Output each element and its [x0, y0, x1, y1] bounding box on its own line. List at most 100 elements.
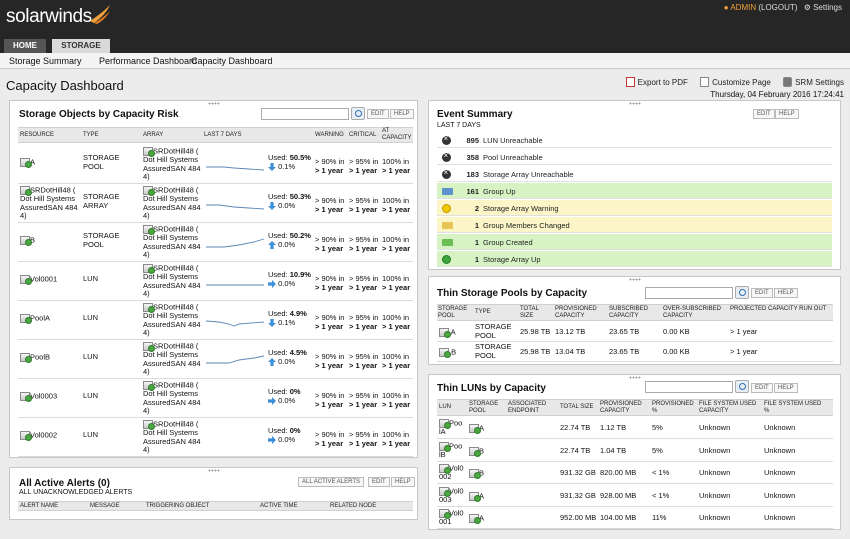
user-name[interactable]: ADMIN	[730, 3, 756, 12]
array-cell[interactable]: SRDotHill48 ( Dot Hill Systems AssuredSA…	[143, 342, 207, 377]
resource-name[interactable]: PoolA	[30, 313, 50, 323]
event-label[interactable]: Storage Array Up	[483, 255, 541, 264]
resource-name[interactable]: Vol0001	[30, 274, 57, 284]
edit-button[interactable]: EDIT	[367, 109, 389, 119]
edit-button[interactable]: EDIT	[751, 383, 773, 393]
table-row[interactable]: SRDotHill48 ( Dot Hill Systems AssuredSA…	[18, 184, 413, 223]
logout-link[interactable]: (LOGOUT)	[758, 3, 797, 12]
col-fs-used-cap[interactable]: FILE SYSTEM USED CAPACITY	[699, 401, 761, 415]
event-row[interactable]: 1 Group Created	[437, 234, 832, 250]
event-label[interactable]: Pool Unreachable	[483, 153, 543, 162]
search-icon[interactable]	[735, 286, 749, 299]
col-provisioned-pct[interactable]: PROVISIONED %	[652, 401, 698, 415]
lun-cell[interactable]: Vol0 001	[439, 509, 469, 527]
col-projected-runout[interactable]: PROJECTED CAPACITY RUN OUT	[730, 306, 830, 313]
table-row[interactable]: A STORAGE POOL SRDotHill48 ( Dot Hill Syst…	[18, 145, 413, 184]
edit-button[interactable]: EDIT	[368, 477, 390, 487]
table-row[interactable]: Vol0 001 A 952.00 MB 104.00 MB 11% Unknown Unk…	[437, 507, 833, 529]
event-label[interactable]: Group Created	[483, 238, 533, 247]
all-active-alerts-button[interactable]: ALL ACTIVE ALERTS	[298, 477, 365, 487]
resource-cell[interactable]: PoolB	[20, 352, 80, 363]
event-row[interactable]: 358 Pool Unreachable	[437, 149, 832, 165]
table-row[interactable]: Vol0 003 A 931.32 GB 928.00 MB < 1% Unknown Un…	[437, 485, 833, 507]
search-icon[interactable]	[351, 107, 365, 120]
array-cell[interactable]: SRDotHill48 ( Dot Hill Systems AssuredSA…	[143, 225, 207, 260]
table-row[interactable]: Poo lB B 22.74 TB 1.04 TB 5% Unknown Unknown	[437, 440, 833, 462]
event-row[interactable]: 161 Group Up	[437, 183, 832, 199]
help-button[interactable]: HELP	[775, 109, 799, 119]
brand-logo[interactable]: solarwinds	[6, 6, 92, 28]
subnav-capacity-dashboard[interactable]: Capacity Dashboard	[191, 56, 273, 66]
table-row[interactable]: PoolB LUN SRDotHill48 ( Dot Hill Systems A…	[18, 340, 413, 379]
search-icon[interactable]	[735, 380, 749, 393]
col-related-node[interactable]: RELATED NODE	[330, 503, 376, 510]
subnav-performance-dashboard[interactable]: Performance Dashboard	[99, 56, 197, 66]
resource-cell[interactable]: Vol0001	[20, 274, 80, 285]
drag-handle[interactable]	[628, 278, 641, 281]
tab-home[interactable]: HOME	[4, 39, 46, 53]
col-active-time[interactable]: ACTIVE TIME	[260, 503, 298, 510]
pool-cell[interactable]: B	[439, 347, 456, 358]
resource-cell[interactable]: PoolA	[20, 313, 80, 324]
col-over-subscribed[interactable]: OVER-SUBSCRIBED CAPACITY	[663, 306, 727, 320]
col-storage-pool[interactable]: STORAGE POOL	[469, 401, 501, 415]
array-cell[interactable]: SRDotHill48 ( Dot Hill Systems AssuredSA…	[143, 303, 207, 338]
col-message[interactable]: MESSAGE	[90, 503, 120, 510]
col-critical[interactable]: CRITICAL	[349, 132, 376, 139]
resource-cell[interactable]: B	[20, 236, 80, 246]
lun-cell[interactable]: Poo lB	[439, 441, 469, 460]
pool-cell[interactable]: B	[469, 469, 484, 479]
help-button[interactable]: HELP	[774, 383, 798, 393]
settings-link[interactable]: Settings	[813, 3, 842, 12]
help-button[interactable]: HELP	[390, 109, 414, 119]
customize-page-button[interactable]: Customize Page	[700, 77, 771, 87]
table-row[interactable]: A STORAGE POOL 25.98 TB 13.12 TB 23.65 TB 0.0…	[437, 322, 833, 342]
event-count[interactable]: 1	[459, 221, 479, 230]
event-count[interactable]: 1	[459, 238, 479, 247]
help-button[interactable]: HELP	[774, 288, 798, 298]
resource-name[interactable]: PoolB	[30, 352, 50, 362]
col-warning[interactable]: WARNING	[315, 132, 344, 139]
gear-icon[interactable]: ⚙	[804, 3, 811, 12]
event-row[interactable]: 1 Group Members Changed	[437, 217, 832, 233]
table-row[interactable]: PoolA LUN SRDotHill48 ( Dot Hill Systems A…	[18, 301, 413, 340]
lun-cell[interactable]: Poo lA	[439, 419, 469, 437]
table-row[interactable]: Vol0 002 B 931.32 GB 820.00 MB < 1% Unknown Un…	[437, 462, 833, 484]
resource-name[interactable]: Vol0003	[30, 391, 57, 401]
event-row[interactable]: 183 Storage Array Unreachable	[437, 166, 832, 182]
col-resource[interactable]: RESOURCE	[20, 132, 54, 139]
event-count[interactable]: 358	[459, 153, 479, 162]
array-cell[interactable]: SRDotHill48 ( Dot Hill Systems AssuredSA…	[143, 264, 207, 299]
resource-cell[interactable]: Vol0003	[20, 391, 80, 402]
pool-cell[interactable]: A	[469, 514, 484, 524]
pool-cell[interactable]: B	[469, 446, 484, 457]
event-label[interactable]: Storage Array Warning	[483, 204, 559, 213]
resource-name[interactable]: Vol0002	[30, 430, 57, 440]
event-count[interactable]: 183	[459, 170, 479, 179]
array-cell[interactable]: SRDotHill48 ( Dot Hill Systems AssuredSA…	[143, 420, 207, 455]
event-row[interactable]: 895 LUN Unreachable	[437, 132, 832, 148]
table-row[interactable]: B STORAGE POOL SRDotHill48 ( Dot Hill Syst…	[18, 223, 413, 262]
event-count[interactable]: 1	[459, 255, 479, 264]
drag-handle[interactable]	[628, 102, 641, 105]
table-row[interactable]: Vol0002 LUN SRDotHill48 ( Dot Hill Systems…	[18, 418, 413, 457]
col-triggering-object[interactable]: TRIGGERING OBJECT	[146, 503, 209, 510]
event-label[interactable]: Group Up	[483, 187, 516, 196]
pool-name[interactable]: B	[451, 347, 456, 357]
srm-settings-button[interactable]: SRM Settings	[783, 77, 844, 87]
table-row[interactable]: Vol0003 LUN SRDotHill48 ( Dot Hill Systems…	[18, 379, 413, 418]
table-row[interactable]: B STORAGE POOL 25.98 TB 13.04 TB 23.65 TB 0.0…	[437, 342, 833, 362]
lun-cell[interactable]: Vol0 002	[439, 464, 469, 482]
drag-handle[interactable]	[207, 102, 220, 105]
col-type[interactable]: TYPE	[475, 309, 491, 316]
col-array[interactable]: ARRAY	[143, 132, 163, 139]
array-cell[interactable]: SRDotHill48 ( Dot Hill Systems AssuredSA…	[143, 381, 207, 416]
resource-cell[interactable]: SRDotHill48 ( Dot Hill Systems AssuredSA…	[20, 186, 80, 221]
drag-handle[interactable]	[628, 376, 641, 379]
resource-cell[interactable]: Vol0002	[20, 430, 80, 441]
pool-cell[interactable]: A	[469, 491, 484, 502]
event-count[interactable]: 161	[459, 187, 479, 196]
edit-button[interactable]: EDIT	[751, 288, 773, 298]
help-button[interactable]: HELP	[391, 477, 415, 487]
col-fs-used-pct[interactable]: FILE SYSTEM USED %	[764, 401, 826, 415]
